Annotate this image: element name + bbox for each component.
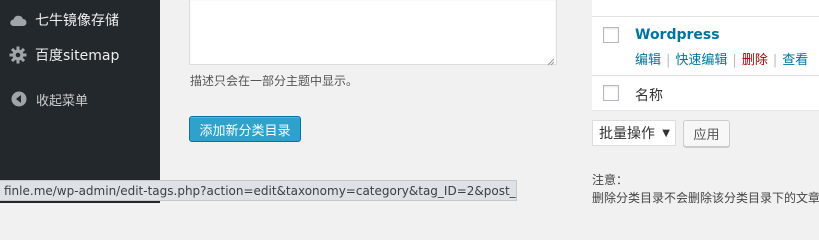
sidebar-item-label: 七牛镜像存储 <box>35 13 119 29</box>
quick-edit-link[interactable]: 快速编辑 <box>675 53 727 68</box>
resize-handle-icon[interactable] <box>547 55 555 66</box>
collapse-menu-button[interactable]: 收起菜单 <box>0 84 160 114</box>
apply-button[interactable]: 应用 <box>683 120 730 147</box>
note-title: 注意： <box>592 173 629 187</box>
cloud-icon <box>9 11 27 29</box>
bulk-actions-value: 批量操作 <box>599 126 655 142</box>
table-divider <box>592 16 819 17</box>
admin-sidebar: 七牛镜像存储 百度sitemap 收起菜单 <box>0 0 160 203</box>
add-category-button[interactable]: 添加新分类目录 <box>189 116 301 142</box>
dropdown-caret-icon: ▼ <box>662 127 670 139</box>
separator: | <box>732 53 737 68</box>
note-text: 删除分类目录不会删除该分类目录下的文章 <box>592 191 819 205</box>
status-url: finle.me/wp-admin/edit-tags.php?action=e… <box>4 183 516 198</box>
gear-icon <box>9 46 27 64</box>
separator: | <box>772 53 778 68</box>
description-textarea[interactable] <box>189 0 557 66</box>
separator: | <box>666 53 671 68</box>
sidebar-item-baidu-sitemap[interactable]: 百度sitemap <box>0 40 160 70</box>
browser-status-bar: finle.me/wp-admin/edit-tags.php?action=e… <box>0 180 517 201</box>
select-all-checkbox[interactable] <box>603 85 619 101</box>
collapse-menu-label: 收起菜单 <box>36 93 89 109</box>
description-hint: 描述只会在一部分主题中显示。 <box>190 74 359 88</box>
bulk-actions-select[interactable]: 批量操作 ▼ <box>592 120 676 146</box>
table-row-divider <box>592 75 819 76</box>
category-title-link[interactable]: Wordpress <box>635 27 720 43</box>
delete-link[interactable]: 删除 <box>742 53 768 68</box>
sidebar-item-label: 百度sitemap <box>35 48 120 64</box>
row-actions: 编辑 | 快速编辑 | 删除 | 查看 <box>635 49 808 68</box>
edit-link[interactable]: 编辑 <box>635 53 661 68</box>
view-link[interactable]: 查看 <box>782 53 808 68</box>
column-header-name[interactable]: 名称 <box>635 85 663 105</box>
row-checkbox[interactable] <box>603 27 619 43</box>
collapse-arrow-icon <box>10 90 28 108</box>
sidebar-item-qiniu[interactable]: 七牛镜像存储 <box>0 5 160 35</box>
